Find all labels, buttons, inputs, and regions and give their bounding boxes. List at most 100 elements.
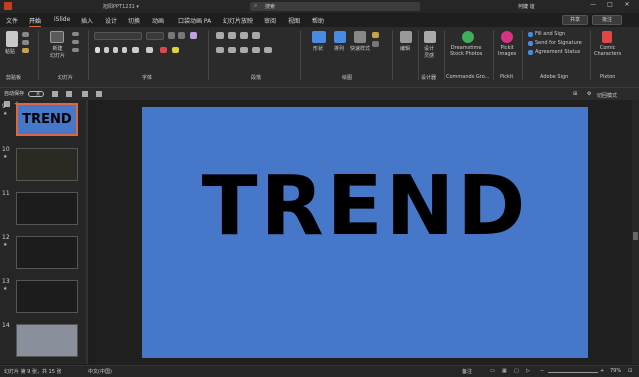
dreamstime-icon[interactable] [462, 31, 474, 43]
quick-styles-icon[interactable] [354, 31, 366, 43]
slide-title-text[interactable]: TREND [142, 159, 588, 254]
clear-format-icon[interactable] [190, 32, 197, 39]
zoom-slider[interactable] [548, 372, 598, 373]
thumbnail-scrollbar[interactable] [86, 100, 88, 364]
shapes-icon[interactable] [312, 31, 326, 43]
tab-transitions[interactable]: 切换 [128, 16, 140, 25]
line-spacing-icon[interactable] [252, 32, 260, 39]
tab-design[interactable]: 设计 [105, 16, 117, 25]
copy-icon[interactable] [22, 40, 29, 45]
reset-icon[interactable] [72, 40, 79, 44]
fill-and-sign-label[interactable]: Fill and Sign [535, 31, 565, 37]
pickit-icon[interactable] [501, 31, 513, 43]
tab-islide[interactable]: iSlide [54, 16, 70, 23]
fit-icon[interactable]: ⊞ [573, 91, 577, 97]
slide-thumbnail[interactable] [16, 148, 78, 181]
language[interactable]: 中文(中国) [88, 368, 112, 375]
user-name[interactable]: 何婕 谊 [518, 3, 535, 10]
tab-pocket-animation[interactable]: 口袋动画 PA [178, 16, 211, 25]
align-right-icon[interactable] [240, 47, 248, 53]
pixton-icon[interactable] [602, 31, 612, 43]
slide-thumbnail[interactable] [16, 324, 78, 357]
cut-icon[interactable] [22, 32, 29, 37]
tab-animations[interactable]: 动画 [152, 16, 164, 25]
settings-icon[interactable]: ⚙ [587, 91, 591, 97]
layout-icon[interactable] [72, 32, 79, 36]
restore-button[interactable]: □ [605, 1, 615, 8]
scroll-thumb[interactable] [633, 232, 638, 240]
shape-outline-icon[interactable] [372, 41, 379, 47]
agreement-status-label[interactable]: Agreement Status [535, 49, 580, 55]
font-name-dropdown[interactable] [94, 32, 142, 40]
share-button[interactable]: 共享 [562, 15, 588, 25]
fill-sign-icon[interactable] [528, 32, 533, 37]
arrange-icon[interactable] [334, 31, 346, 43]
tab-file[interactable]: 文件 [6, 16, 18, 25]
indent-icon[interactable] [240, 32, 248, 39]
underline-icon[interactable] [113, 47, 118, 53]
grow-font-icon[interactable] [168, 32, 175, 39]
tab-review[interactable]: 审阅 [264, 16, 276, 25]
format-painter-icon[interactable] [22, 48, 29, 53]
sorter-view-icon[interactable]: ▦ [502, 368, 507, 374]
notes-button[interactable]: 备注 [462, 368, 472, 375]
strikethrough-icon[interactable] [122, 47, 127, 53]
reading-view-icon[interactable]: ▢ [514, 368, 519, 374]
tab-view[interactable]: 视图 [288, 16, 300, 25]
view-mode-button[interactable]: 切回模式 [597, 92, 617, 99]
ribbon-tabs: 文件 开始 iSlide 插入 设计 切换 动画 口袋动画 PA 幻灯片放映 审… [0, 14, 639, 27]
search-icon[interactable] [400, 31, 412, 43]
tab-help[interactable]: 帮助 [312, 16, 324, 25]
section-icon[interactable] [72, 48, 79, 52]
search-box[interactable]: ⌕ 搜索 [250, 2, 420, 11]
bold-icon[interactable] [95, 47, 100, 53]
autosave-toggle[interactable]: 关 [28, 91, 44, 97]
send-signature-icon[interactable] [528, 41, 533, 46]
change-case-icon[interactable] [146, 47, 153, 53]
shrink-font-icon[interactable] [178, 32, 185, 39]
slide-thumbnail[interactable] [16, 192, 78, 225]
fit-slide-icon[interactable]: ⊡ [628, 368, 632, 374]
align-left-icon[interactable] [216, 47, 224, 53]
agreement-status-icon[interactable] [528, 50, 533, 55]
undo-icon[interactable] [66, 91, 72, 97]
zoom-out-icon[interactable]: − [540, 368, 544, 374]
divider [38, 30, 39, 80]
tab-insert[interactable]: 插入 [81, 16, 93, 25]
tab-slideshow[interactable]: 幻灯片放映 [223, 16, 253, 25]
slide-thumbnail[interactable] [16, 280, 78, 313]
send-for-signature-label[interactable]: Send for Signature [535, 40, 582, 46]
close-button[interactable]: ✕ [622, 1, 632, 8]
slide-thumbnail[interactable] [16, 236, 78, 269]
divider [88, 30, 89, 80]
tab-home[interactable]: 开始 [29, 16, 42, 27]
vertical-scrollbar[interactable] [632, 100, 639, 364]
slide-thumbnail[interactable]: TREND [16, 103, 78, 136]
slideshow-icon[interactable]: ▷ [526, 368, 530, 374]
save-icon[interactable] [52, 91, 58, 97]
redo-icon[interactable] [82, 91, 88, 97]
comment-button[interactable]: 批注 [592, 15, 622, 25]
highlight-icon[interactable] [172, 47, 179, 53]
divider [418, 30, 419, 80]
font-color-icon[interactable] [160, 47, 167, 53]
columns-icon[interactable] [264, 47, 272, 53]
zoom-level[interactable]: 79% [610, 368, 621, 374]
justify-icon[interactable] [252, 47, 260, 53]
align-center-icon[interactable] [228, 47, 236, 53]
designer-icon[interactable] [424, 31, 436, 43]
font-size-dropdown[interactable] [146, 32, 164, 40]
customize-icon[interactable] [96, 91, 102, 97]
char-spacing-icon[interactable] [132, 47, 139, 53]
italic-icon[interactable] [104, 47, 109, 53]
normal-view-icon[interactable]: ▭ [490, 368, 495, 374]
document-title[interactable]: 旭阳PPT1231 ▾ [103, 3, 139, 10]
paste-icon[interactable] [6, 31, 18, 47]
new-slide-icon[interactable] [50, 31, 64, 43]
minimize-button[interactable]: — [588, 1, 598, 8]
bullets-icon[interactable] [216, 32, 224, 39]
zoom-in-icon[interactable]: + [600, 368, 604, 374]
numbering-icon[interactable] [228, 32, 236, 39]
current-slide[interactable]: TREND [142, 107, 588, 358]
shape-fill-icon[interactable] [372, 32, 379, 38]
